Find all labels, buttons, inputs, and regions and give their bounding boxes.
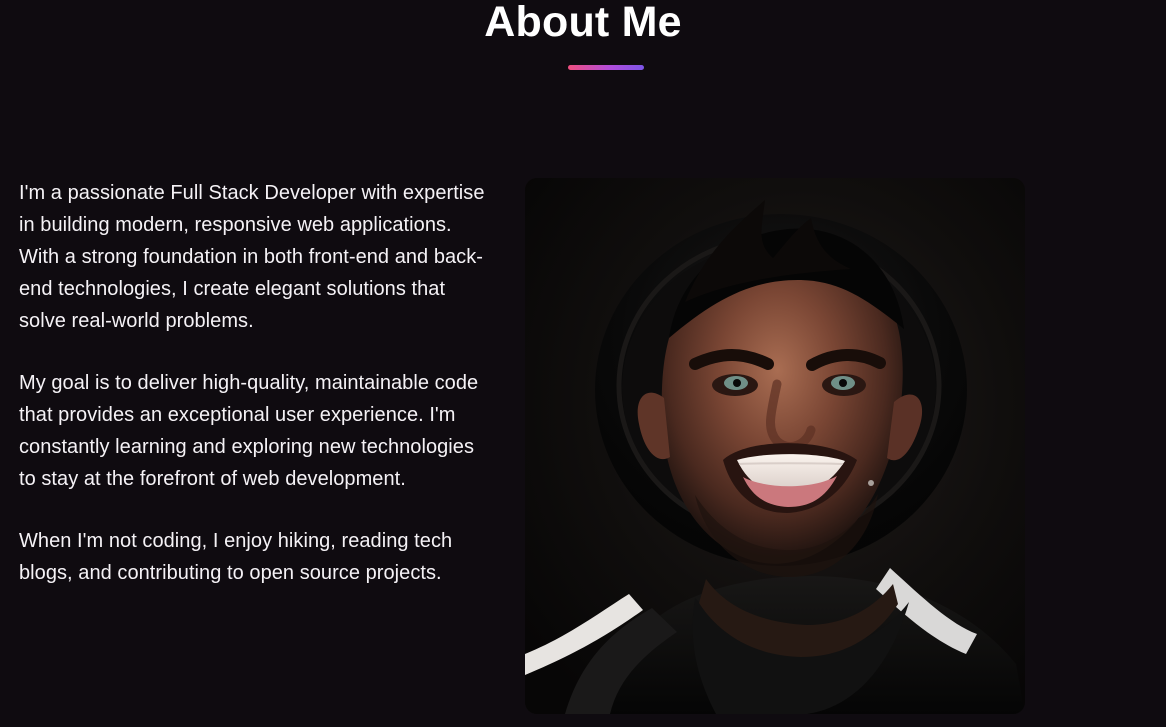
about-section: About Me I'm a passionate Full Stack Dev… [0, 0, 1166, 727]
profile-photo [525, 178, 1025, 714]
about-paragraph-3: When I'm not coding, I enjoy hiking, rea… [19, 530, 453, 584]
about-title: About Me [484, 0, 682, 46]
about-copy: I'm a passionate Full Stack Developer wi… [19, 177, 489, 619]
about-paragraph-1: I'm a passionate Full Stack Developer wi… [19, 182, 485, 332]
profile-photo-card [525, 178, 1025, 714]
gradient-underline [568, 65, 644, 70]
about-paragraph-2: My goal is to deliver high-quality, main… [19, 372, 479, 490]
